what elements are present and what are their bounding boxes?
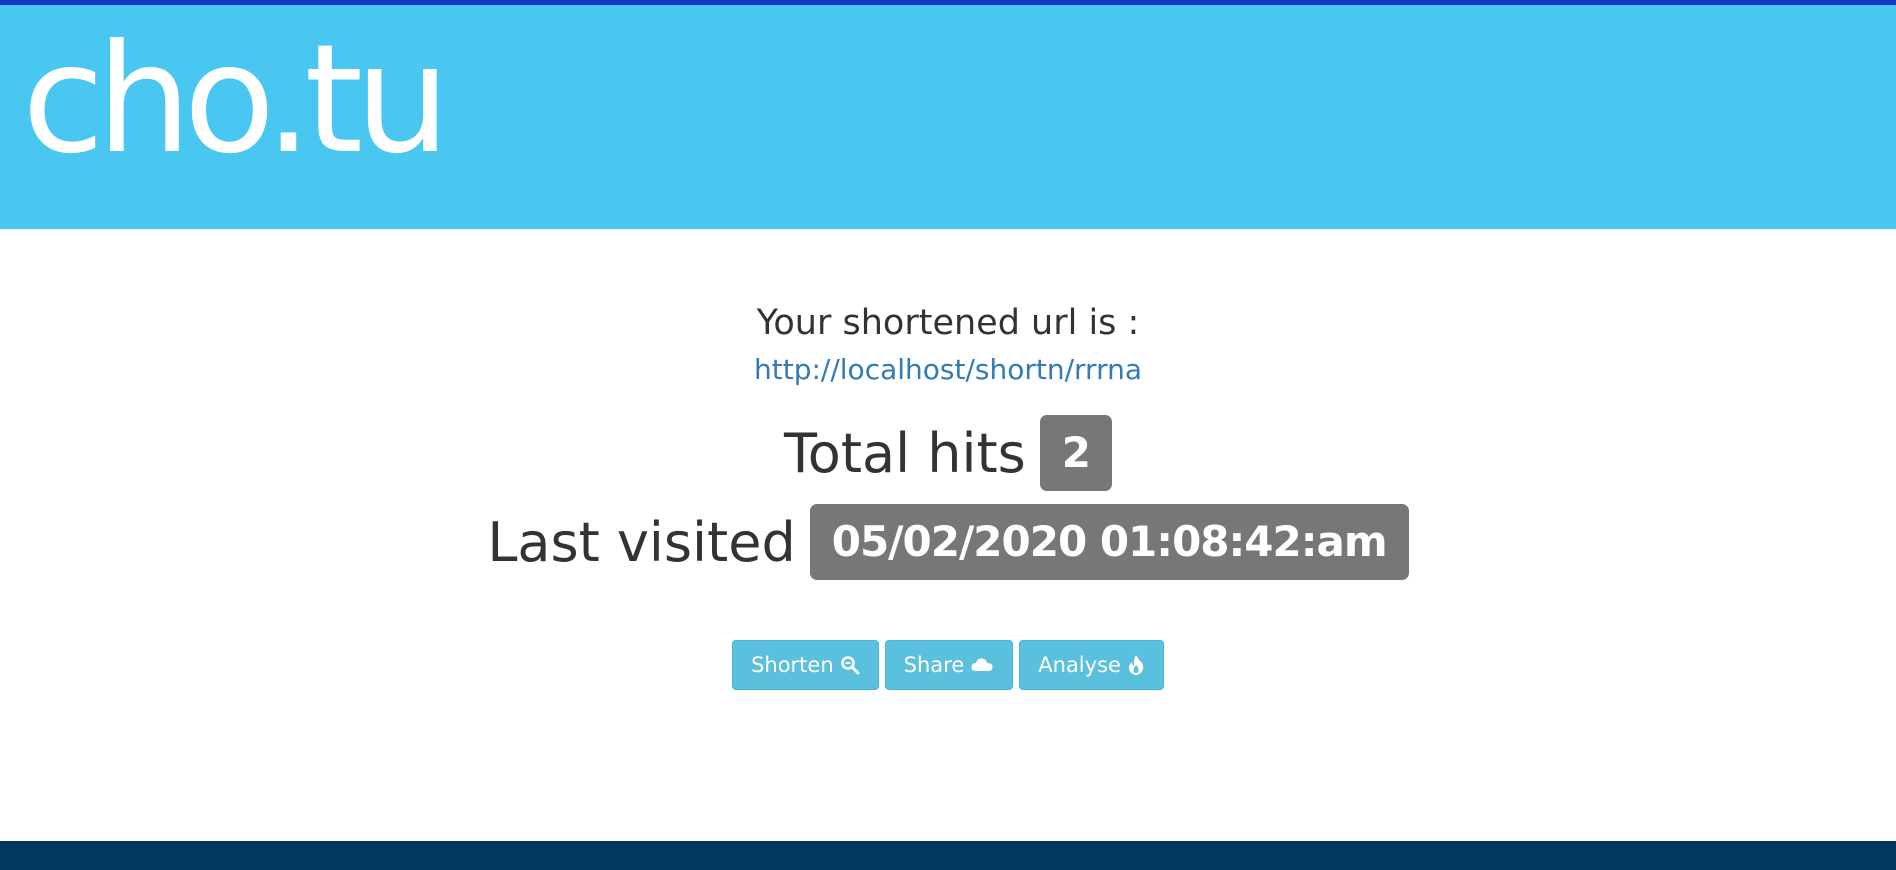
last-visited-row: Last visited 05/02/2020 01:08:42:am [0,504,1896,580]
last-visited-badge: 05/02/2020 01:08:42:am [809,504,1409,580]
total-hits-badge: 2 [1039,415,1113,491]
share-button-label: Share [903,653,965,677]
total-hits-row: Total hits 2 [0,415,1896,491]
result-intro-text: Your shortened url is : [756,303,1140,343]
header-banner: cho.tu [0,5,1896,229]
fire-icon [1127,654,1145,676]
shortened-url-link[interactable]: http://localhost/shortn/rrrna [0,352,1896,388]
analyse-button[interactable]: Analyse [1019,640,1164,690]
share-button[interactable]: Share [884,640,1014,690]
result-panel: Your shortened url is : http://localhost… [0,229,1896,841]
total-hits-label: Total hits [783,421,1026,485]
analyse-button-label: Analyse [1038,653,1121,677]
cloud-icon [970,656,994,674]
last-visited-label: Last visited [487,510,796,574]
site-logo[interactable]: cho.tu [22,25,450,175]
action-button-row: Shorten Share Analyse [0,640,1896,690]
footer-bar [0,841,1896,870]
shorten-button-label: Shorten [751,653,834,677]
shorten-button[interactable]: Shorten [732,640,879,690]
page: cho.tu Your shortened url is : http://lo… [0,0,1896,870]
search-icon [840,655,860,675]
